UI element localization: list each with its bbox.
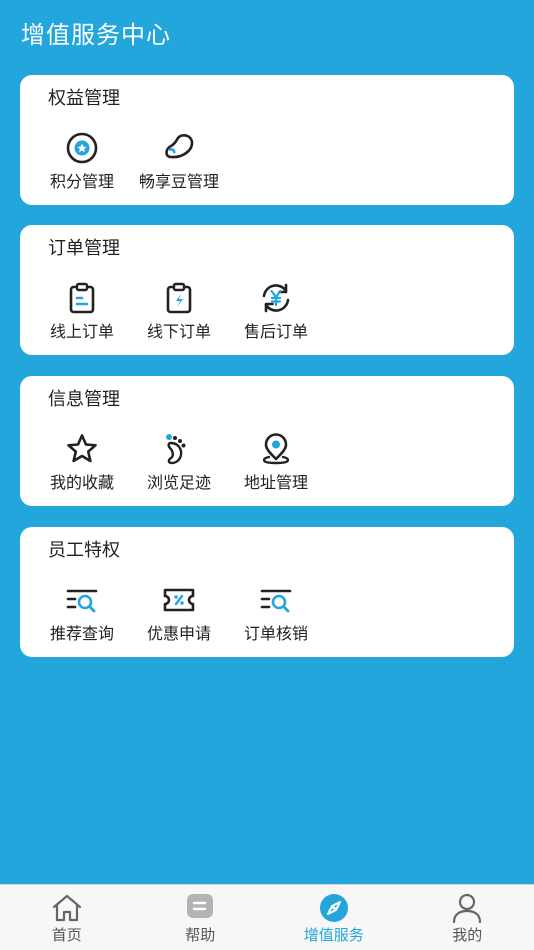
item-discount-application[interactable]: 优惠申请 (139, 583, 219, 645)
bottom-tab-bar: 首页 帮助 增值服务 我的 (0, 884, 534, 950)
item-label: 售后订单 (243, 322, 308, 341)
refund-cycle-icon (262, 283, 290, 313)
page-title: 增值服务中心 (21, 21, 171, 49)
item-label: 我的收藏 (49, 473, 114, 492)
item-bean-management[interactable]: 畅享豆管理 (139, 131, 219, 193)
item-label: 积分管理 (49, 172, 114, 191)
item-points-management[interactable]: 积分管理 (42, 131, 122, 193)
list-search-icon (66, 589, 98, 613)
home-icon (52, 894, 81, 922)
list-search-icon (260, 589, 292, 613)
item-browse-history[interactable]: 浏览足迹 (139, 432, 219, 494)
tab-label: 帮助 (185, 926, 216, 944)
section-title: 信息管理 (48, 389, 120, 410)
item-address-management[interactable]: 地址管理 (236, 432, 316, 494)
star-icon (67, 434, 97, 463)
section-staff-privileges: 员工特权 推荐查询 优惠申请 订单核销 (20, 527, 514, 657)
tab-label: 首页 (51, 926, 82, 944)
section-title: 权益管理 (48, 88, 120, 109)
section-title: 订单管理 (48, 238, 120, 259)
user-icon (453, 893, 482, 923)
coupon-icon (163, 588, 195, 612)
item-label: 线下订单 (146, 322, 211, 341)
section-info-management: 信息管理 我的收藏 浏览足迹 地址管理 (20, 376, 514, 506)
clipboard-bolt-icon (166, 282, 192, 314)
item-label: 订单核销 (243, 624, 308, 643)
item-my-favorites[interactable]: 我的收藏 (42, 432, 122, 494)
item-label: 优惠申请 (146, 624, 211, 643)
help-chat-icon (187, 894, 214, 918)
item-label: 线上订单 (49, 322, 114, 341)
footprint-icon (166, 434, 186, 465)
clipboard-list-icon (69, 282, 95, 314)
item-label: 推荐查询 (49, 624, 114, 643)
tab-value-added-services[interactable]: 增值服务 (267, 885, 401, 950)
tab-home[interactable]: 首页 (0, 885, 134, 950)
section-rights-management: 权益管理 积分管理 畅享豆管理 (20, 75, 514, 205)
item-label: 浏览足迹 (146, 473, 211, 492)
item-aftersale-orders[interactable]: 售后订单 (236, 281, 316, 343)
compass-icon (319, 894, 348, 922)
section-title: 员工特权 (48, 540, 120, 561)
bean-icon (165, 133, 194, 159)
item-label: 地址管理 (243, 473, 308, 492)
item-label: 畅享豆管理 (139, 172, 220, 191)
tab-label: 增值服务 (303, 926, 364, 944)
tab-profile[interactable]: 我的 (401, 885, 534, 950)
item-online-orders[interactable]: 线上订单 (42, 281, 122, 343)
tab-help[interactable]: 帮助 (134, 885, 268, 950)
item-referral-query[interactable]: 推荐查询 (42, 583, 122, 645)
points-icon (66, 132, 98, 164)
location-pin-icon (262, 433, 290, 465)
tab-label: 我的 (452, 926, 483, 944)
item-order-verification[interactable]: 订单核销 (236, 583, 316, 645)
item-offline-orders[interactable]: 线下订单 (139, 281, 219, 343)
section-order-management: 订单管理 线上订单 线下订单 售后订单 (20, 225, 514, 355)
